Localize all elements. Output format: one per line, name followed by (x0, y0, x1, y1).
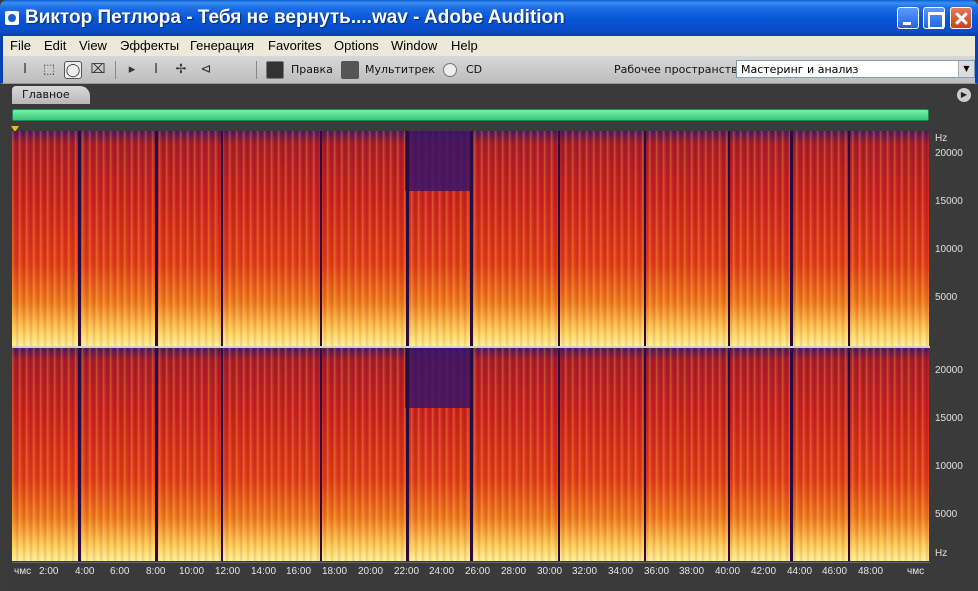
menu-favorites[interactable]: Favorites (268, 38, 321, 53)
hz-label: 15000 (935, 196, 963, 207)
lasso-selection-icon[interactable]: ◯ (64, 61, 82, 79)
time-label: 32:00 (572, 566, 598, 577)
time-label: 48:00 (858, 566, 884, 577)
marquee-selection-icon[interactable]: ⬚ (40, 61, 58, 79)
cd-icon[interactable] (443, 63, 457, 77)
time-label: 6:00 (110, 566, 130, 577)
spot-healing-icon[interactable]: ✢ (172, 61, 190, 79)
close-button[interactable] (950, 7, 972, 29)
multitrack-icon[interactable] (341, 61, 359, 79)
time-unit-label: чмс (907, 566, 925, 577)
time-label: 26:00 (465, 566, 491, 577)
hz-label: 10000 (935, 244, 963, 255)
time-label: 42:00 (751, 566, 777, 577)
time-label: 44:00 (787, 566, 813, 577)
tab-main[interactable]: Главное (12, 86, 90, 104)
time-unit-label: чмс (14, 566, 32, 577)
mode-cd-label[interactable]: CD (466, 63, 482, 76)
menu-generation[interactable]: Генерация (190, 38, 254, 53)
hz-label: 5000 (935, 292, 958, 303)
time-selection-icon[interactable]: I (16, 61, 34, 79)
hz-unit-label: Hz (935, 548, 948, 559)
toolbar-separator (115, 61, 116, 79)
time-label: 24:00 (429, 566, 455, 577)
move-icon[interactable]: ▸ (123, 61, 141, 79)
app-icon[interactable] (5, 11, 19, 25)
cursor-icon[interactable]: I (147, 61, 165, 79)
time-label: 36:00 (644, 566, 670, 577)
menu-bar: File Edit View Эффекты Генерация Favorit… (0, 36, 978, 56)
menu-window[interactable]: Window (391, 38, 437, 53)
menu-effects[interactable]: Эффекты (120, 38, 179, 53)
spectral-display-channel-2[interactable] (12, 348, 930, 561)
chevron-down-icon[interactable]: ▼ (958, 61, 974, 77)
mode-multitrack-label[interactable]: Мультитрек (365, 63, 435, 76)
time-label: 4:00 (75, 566, 95, 577)
scrub-icon[interactable]: ⊲ (197, 61, 215, 79)
maximize-button[interactable] (923, 7, 945, 29)
hz-label: 10000 (935, 461, 963, 472)
time-label: 22:00 (394, 566, 420, 577)
hz-unit-label: Hz (935, 133, 948, 144)
workspace-label: Рабочее пространство: (614, 63, 749, 76)
time-label: 16:00 (286, 566, 312, 577)
time-label: 10:00 (179, 566, 205, 577)
time-label: 12:00 (215, 566, 241, 577)
time-label: 34:00 (608, 566, 634, 577)
track-boundaries (78, 131, 850, 346)
toolbar: I ⬚ ◯ ⌧ ▸ I ✢ ⊲ Правка Мультитрек CD Раб… (0, 56, 978, 84)
time-label: 18:00 (322, 566, 348, 577)
spectral-display-channel-1[interactable] (12, 131, 930, 346)
workspace-value: Мастеринг и анализ (741, 63, 859, 76)
hz-label: 5000 (935, 509, 958, 520)
waveform-edit-icon[interactable] (266, 61, 284, 79)
hz-label: 20000 (935, 365, 963, 376)
time-label: 2:00 (39, 566, 59, 577)
main-panel: Главное ▶ Hz 20000 15000 10000 5000 2000… (3, 84, 975, 591)
time-label: 40:00 (715, 566, 741, 577)
menu-help[interactable]: Help (451, 38, 478, 53)
time-label: 8:00 (146, 566, 166, 577)
workspace-select[interactable]: Мастеринг и анализ ▼ (736, 60, 975, 78)
panel-menu-icon[interactable]: ▶ (957, 88, 971, 102)
effects-brush-icon[interactable]: ⌧ (89, 61, 107, 79)
time-label: 38:00 (679, 566, 705, 577)
hz-scale-channel-2: 20000 15000 10000 5000 Hz (929, 348, 975, 561)
menu-options[interactable]: Options (334, 38, 379, 53)
title-bar: Виктор Петлюра - Тебя не вернуть....wav … (0, 0, 978, 36)
track-boundaries (78, 348, 850, 561)
hz-label: 20000 (935, 148, 963, 159)
time-label: 20:00 (358, 566, 384, 577)
window-title: Виктор Петлюра - Тебя не вернуть....wav … (25, 7, 565, 28)
menu-view[interactable]: View (79, 38, 107, 53)
time-label: 30:00 (537, 566, 563, 577)
hz-label: 15000 (935, 413, 963, 424)
hz-scale-channel-1: Hz 20000 15000 10000 5000 (929, 131, 975, 346)
time-ruler[interactable]: чмс 2:00 4:00 6:00 8:00 10:00 12:00 14:0… (12, 562, 930, 579)
minimize-button[interactable] (897, 7, 919, 29)
overview-bar[interactable] (12, 109, 929, 121)
mode-edit-label[interactable]: Правка (291, 63, 333, 76)
menu-file[interactable]: File (10, 38, 31, 53)
menu-edit[interactable]: Edit (44, 38, 66, 53)
toolbar-separator (256, 61, 257, 79)
time-label: 28:00 (501, 566, 527, 577)
time-label: 14:00 (251, 566, 277, 577)
time-label: 46:00 (822, 566, 848, 577)
